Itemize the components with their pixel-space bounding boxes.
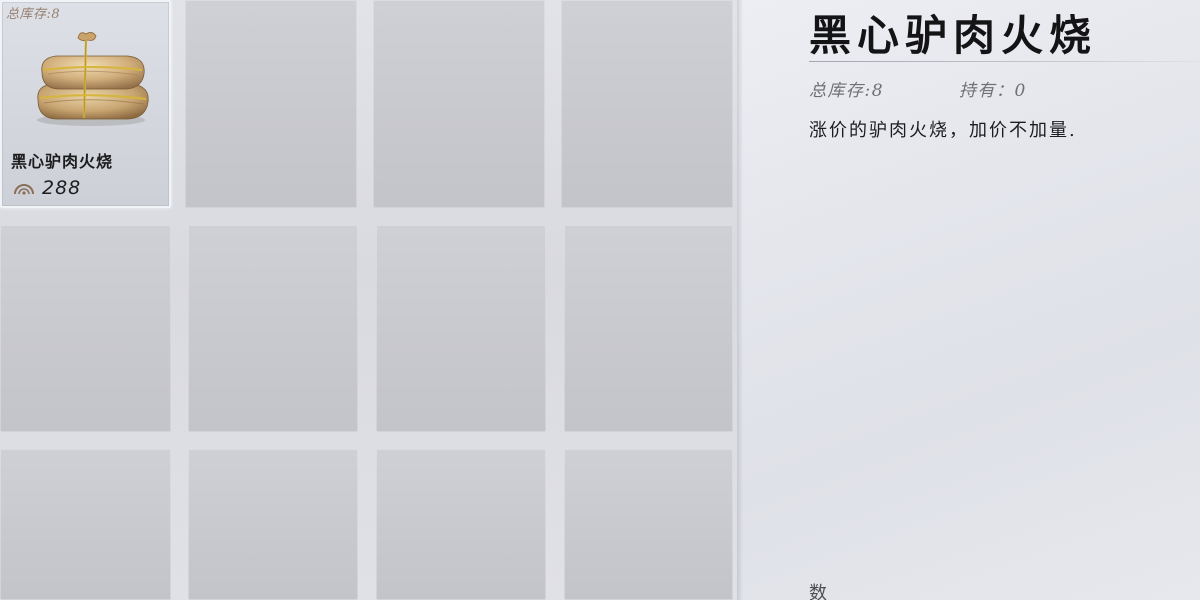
item-grid: 总库存:8 黑心驴肉火烧 288 — [0, 0, 735, 600]
item-slot-empty[interactable] — [185, 0, 357, 208]
item-slot-empty[interactable] — [376, 449, 546, 600]
item-slot-empty[interactable] — [188, 225, 358, 432]
item-slot-empty[interactable] — [564, 449, 733, 600]
item-slot-empty[interactable] — [561, 0, 733, 208]
title-divider — [809, 61, 1200, 62]
item-detail-panel: 黑心驴肉火烧 总库存:8 持有：0 涨价的驴肉火烧，加价不加量. 数 — [737, 0, 1200, 600]
slot-price-row: 288 — [13, 176, 81, 200]
item-slot-empty[interactable] — [0, 449, 171, 600]
detail-footer-label: 数 — [809, 583, 828, 600]
item-slot-selected[interactable]: 总库存:8 黑心驴肉火烧 288 — [0, 0, 171, 208]
item-slot-empty[interactable] — [376, 225, 546, 432]
detail-total-stock: 总库存:8 — [809, 81, 885, 101]
item-slot-empty[interactable] — [564, 225, 733, 432]
item-slot-empty[interactable] — [188, 449, 358, 600]
detail-held-count: 持有：0 — [959, 81, 1027, 101]
detail-item-title: 黑心驴肉火烧 — [809, 11, 1098, 60]
slot-stock-overlay: 总库存:8 — [6, 7, 61, 22]
slot-item-name: 黑心驴肉火烧 — [11, 152, 114, 171]
detail-item-description: 涨价的驴肉火烧，加价不加量. — [809, 120, 1077, 141]
item-slot-empty[interactable] — [0, 225, 171, 432]
wrapped-food-bundle-icon — [37, 32, 149, 126]
slot-item-price: 288 — [42, 177, 82, 199]
shop-screen: 总库存:8 黑心驴肉火烧 288 黑心驴肉火烧 总库存:8 持有：0 涨价的驴肉… — [0, 0, 1200, 600]
coin-icon — [14, 184, 34, 195]
item-slot-empty[interactable] — [373, 0, 545, 208]
